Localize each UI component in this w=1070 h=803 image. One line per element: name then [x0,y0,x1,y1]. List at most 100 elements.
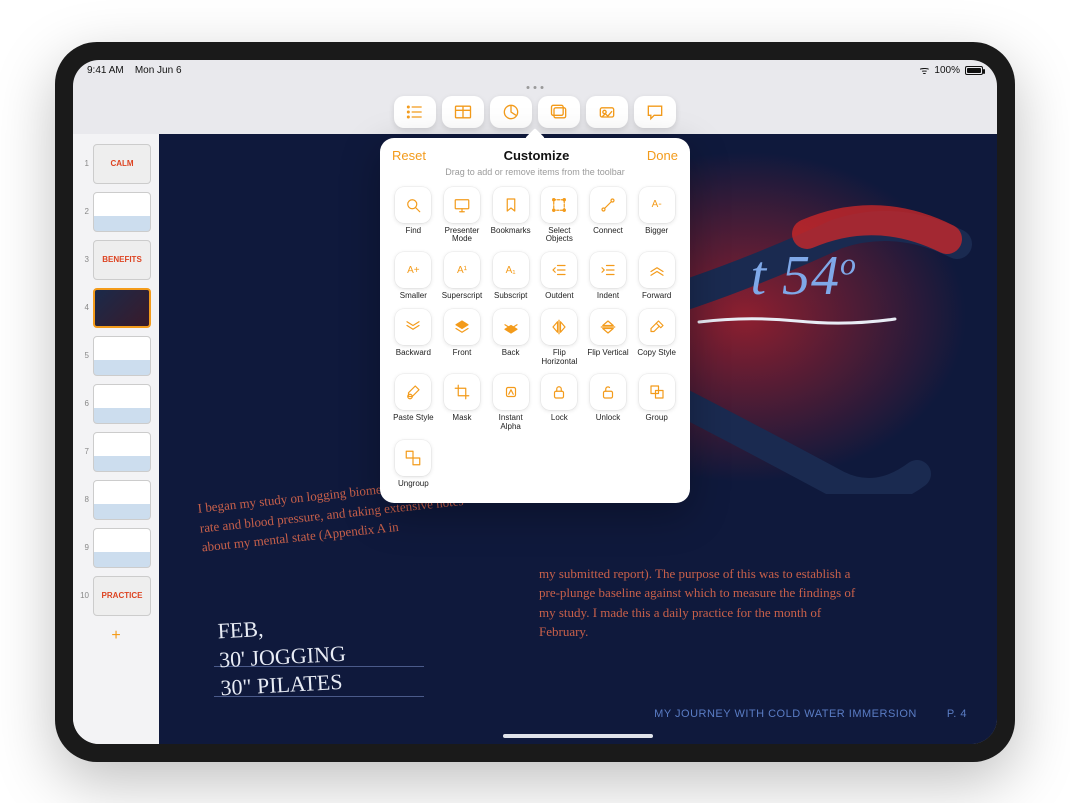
customize-item-bookmarks[interactable]: Bookmarks [489,187,532,245]
thumbnail-row[interactable]: 2 [73,188,159,236]
status-right: ᯤ 100% [919,63,983,78]
customize-item-flip-vertical[interactable]: Flip Vertical [587,309,630,367]
thumbnail-row[interactable]: 3 BENEFITS [73,236,159,284]
customize-item-forward[interactable]: Forward [635,252,678,301]
customize-item-label: Copy Style [637,349,676,358]
customize-item-smaller[interactable]: A+Smaller [392,252,435,301]
thumbnail[interactable]: PRACTICE [93,576,151,616]
battery-icon [965,66,983,75]
thumbnail[interactable] [93,192,151,232]
home-indicator[interactable] [503,734,653,738]
thumbnail-row[interactable]: 10PRACTICE [73,572,159,620]
customize-item-superscript[interactable]: A¹Superscript [441,252,484,301]
thumbnail[interactable] [93,528,151,568]
customize-item-mask[interactable]: Mask [441,374,484,432]
thumbnail[interactable]: CALM [93,144,151,184]
thumbnail[interactable] [93,336,151,376]
customize-item-label: Front [453,349,472,358]
thumbnail[interactable] [93,288,151,328]
mask-icon [444,374,480,410]
customize-item-front[interactable]: Front [441,309,484,367]
customize-item-label: Flip Vertical [587,349,628,358]
thumbnail-row[interactable]: 8 [73,476,159,524]
bigger-icon: A- [639,187,675,223]
unlock-icon [590,374,626,410]
customize-item-label: Bigger [645,227,668,236]
customize-item-bigger[interactable]: A- Bigger [635,187,678,245]
customize-item-label: Connect [593,227,623,236]
customize-item-lock[interactable]: Lock [538,374,581,432]
status-time: 9:41 AM [87,65,124,76]
customize-item-label: Flip Horizontal [538,349,581,367]
add-page-button[interactable]: + [87,626,145,646]
thumbnail[interactable] [93,384,151,424]
thumbnail-number: 3 [79,255,89,264]
customize-item-outdent[interactable]: Outdent [538,252,581,301]
thumbnail-number: 2 [79,207,89,216]
footer-page-number: P. 4 [947,708,967,720]
customize-toolbar-popover: Reset Customize Done Drag to add or remo… [380,138,690,503]
forward-icon [639,252,675,288]
status-date: Mon Jun 6 [135,65,182,76]
group-icon [639,374,675,410]
thumbnail[interactable] [93,432,151,472]
thumbnail-number: 7 [79,447,89,456]
customize-item-indent[interactable]: Indent [587,252,630,301]
customize-item-presenter[interactable]: Presenter Mode [441,187,484,245]
customize-item-subscript[interactable]: A₁Subscript [489,252,532,301]
presenter-icon [444,187,480,223]
flip-vertical-icon [590,309,626,345]
popover-title: Customize [504,148,570,163]
popover-hint: Drag to add or remove items from the too… [392,167,678,177]
customize-item-ungroup[interactable]: Ungroup [392,440,435,489]
heading-temperature: t 54o [750,244,857,308]
toolbar-comment-button[interactable] [634,96,676,128]
toolbar-media-button[interactable] [538,96,580,128]
thumbnail[interactable]: BENEFITS [93,240,151,280]
thumbnail-row[interactable]: 1CALM [73,140,159,188]
connect-icon [590,187,626,223]
reset-button[interactable]: Reset [392,148,426,163]
customize-item-label: Outdent [545,292,573,301]
superscript-icon: A¹ [444,252,480,288]
customize-item-back[interactable]: Back [489,309,532,367]
thumbnail-row[interactable]: 7 [73,428,159,476]
customize-item-select-objects[interactable]: Select Objects [538,187,581,245]
customize-item-instant-alpha[interactable]: Instant Alpha [489,374,532,432]
outdent-icon [541,252,577,288]
customize-item-copy-style[interactable]: Copy Style [635,309,678,367]
underline-scribble [697,314,897,326]
ungroup-icon [395,440,431,476]
thumbnail-row[interactable]: 9 [73,524,159,572]
customize-item-group[interactable]: Group [635,374,678,432]
wifi-icon: ᯤ [919,63,929,78]
customize-item-label: Instant Alpha [489,414,532,432]
thumbnail[interactable] [93,480,151,520]
backward-icon [395,309,431,345]
done-button[interactable]: Done [647,148,678,163]
thumbnail-row[interactable]: 5 [73,332,159,380]
toolbar-table-button[interactable] [442,96,484,128]
flip-horizontal-icon [541,309,577,345]
customize-item-label: Bookmarks [491,227,531,236]
customize-item-paste-style[interactable]: Paste Style [392,374,435,432]
battery-pct: 100% [934,65,960,76]
customize-item-backward[interactable]: Backward [392,309,435,367]
status-bar: 9:41 AM Mon Jun 6 ᯤ 100% [73,60,997,82]
footer-title: MY JOURNEY WITH COLD WATER IMMERSION [654,708,917,720]
find-icon [395,187,431,223]
toolbar-chart-button[interactable] [490,96,532,128]
customize-item-connect[interactable]: Connect [587,187,630,245]
front-icon [444,309,480,345]
customize-item-flip-horizontal[interactable]: Flip Horizontal [538,309,581,367]
customize-item-unlock[interactable]: Unlock [587,374,630,432]
thumbnail-row[interactable]: 4 [73,284,159,332]
thumbnail-number: 6 [79,399,89,408]
toolbar-format-list-button[interactable] [394,96,436,128]
toolbar-shape-button[interactable] [586,96,628,128]
customize-item-find[interactable]: Find [392,187,435,245]
customize-item-label: Group [646,414,668,423]
thumbnail-row[interactable]: 6 [73,380,159,428]
thumbnails-sidebar[interactable]: 1CALM 2 3 BENEFITS45 6 7 8910PRACTICE + [73,134,159,744]
multitask-dots[interactable] [527,86,544,89]
